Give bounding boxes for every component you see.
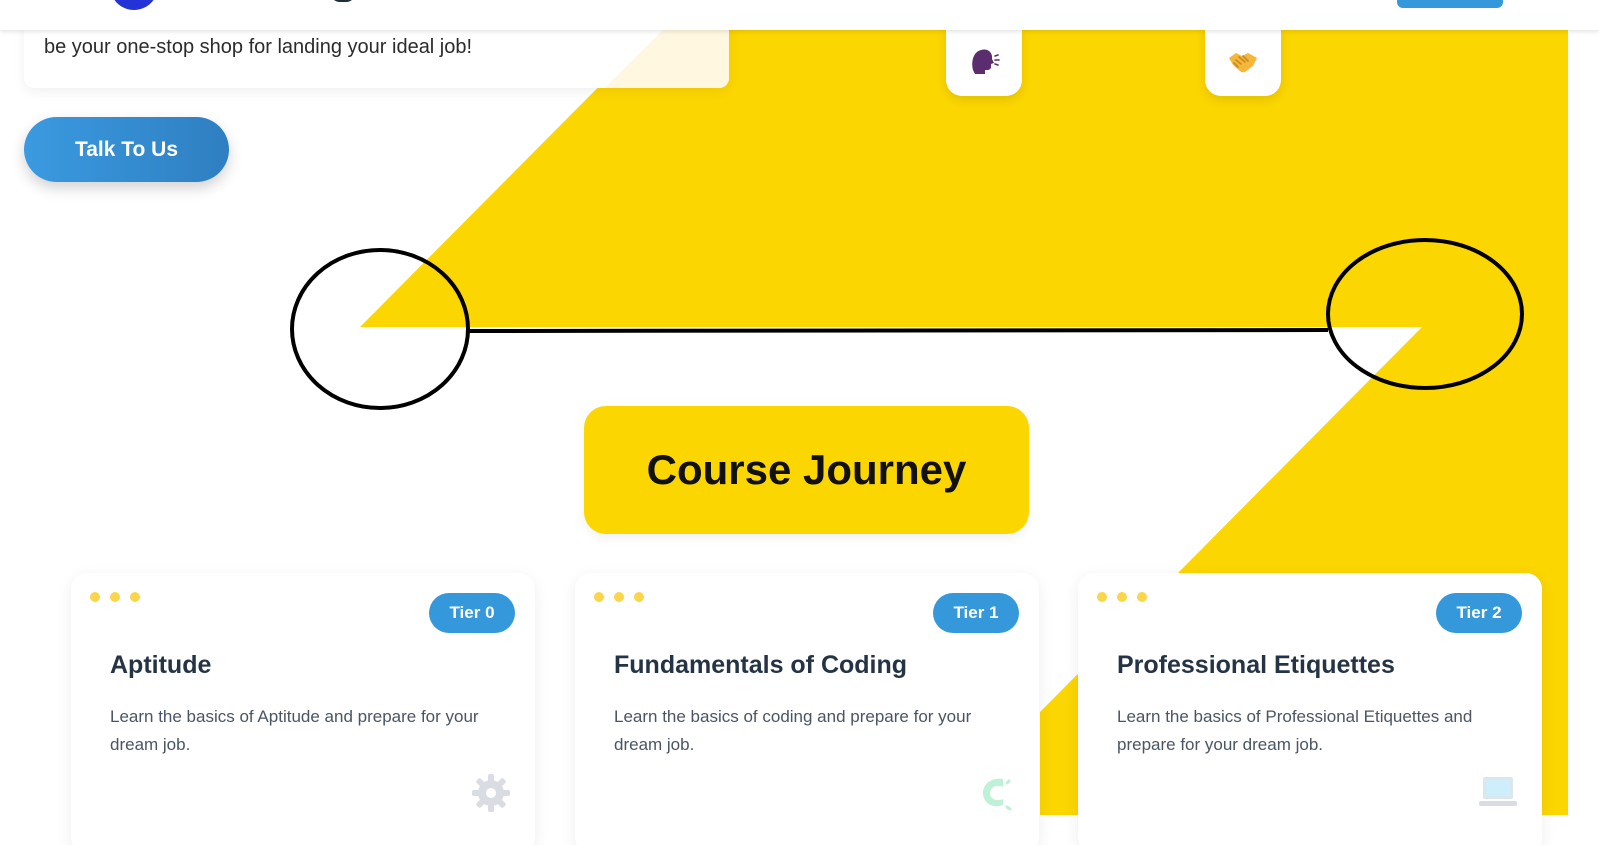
handshake-tile — [1205, 26, 1281, 96]
speaking-tile — [946, 26, 1022, 96]
section-title: Course Journey — [646, 446, 967, 493]
course-description: Learn the basics of Aptitude and prepare… — [110, 707, 479, 754]
course-title: Fundamentals of Coding — [614, 651, 908, 679]
dot — [110, 592, 120, 602]
course-description: Learn the basics of coding and prepare f… — [614, 707, 972, 754]
course-card-coding[interactable]: Tier 1 Fundamentals of Coding Learn the … — [575, 573, 1039, 845]
handshake-icon — [1229, 53, 1257, 73]
dot — [1097, 592, 1107, 602]
tier-badge: Tier 1 — [933, 593, 1019, 633]
window-dots — [594, 592, 644, 602]
dot — [130, 592, 140, 602]
hero-description: be your one-stop shop for landing your i… — [44, 36, 473, 58]
course-description: Learn the basics of Professional Etiquet… — [1117, 707, 1473, 754]
dot — [594, 592, 604, 602]
talk-to-us-button[interactable]: Talk To Us — [24, 117, 229, 182]
dot — [614, 592, 624, 602]
course-card-aptitude[interactable]: Tier 0 Aptitude Learn the basics of Apti… — [71, 573, 535, 845]
dot — [1117, 592, 1127, 602]
course-title: Professional Etiquettes — [1117, 651, 1395, 679]
dot — [634, 592, 644, 602]
speaking-head-icon — [972, 49, 1000, 74]
logo-icon[interactable] — [110, 0, 158, 10]
dot — [90, 592, 100, 602]
dot — [1137, 592, 1147, 602]
gear-icon — [472, 774, 510, 812]
navbar-cta-button[interactable] — [1397, 0, 1503, 8]
top-navbar — [0, 0, 1599, 30]
window-dots — [90, 592, 140, 602]
course-journey-banner: Course Journey — [584, 406, 1029, 534]
course-title: Aptitude — [110, 651, 212, 679]
tier-badge: Tier 0 — [429, 593, 515, 633]
brand-text-fragment — [330, 0, 356, 2]
code-icon — [983, 778, 1012, 811]
window-dots — [1097, 592, 1147, 602]
course-card-etiquettes[interactable]: Tier 2 Professional Etiquettes Learn the… — [1078, 573, 1542, 845]
laptop-icon — [1479, 777, 1517, 806]
tier-badge: Tier 2 — [1436, 593, 1522, 633]
